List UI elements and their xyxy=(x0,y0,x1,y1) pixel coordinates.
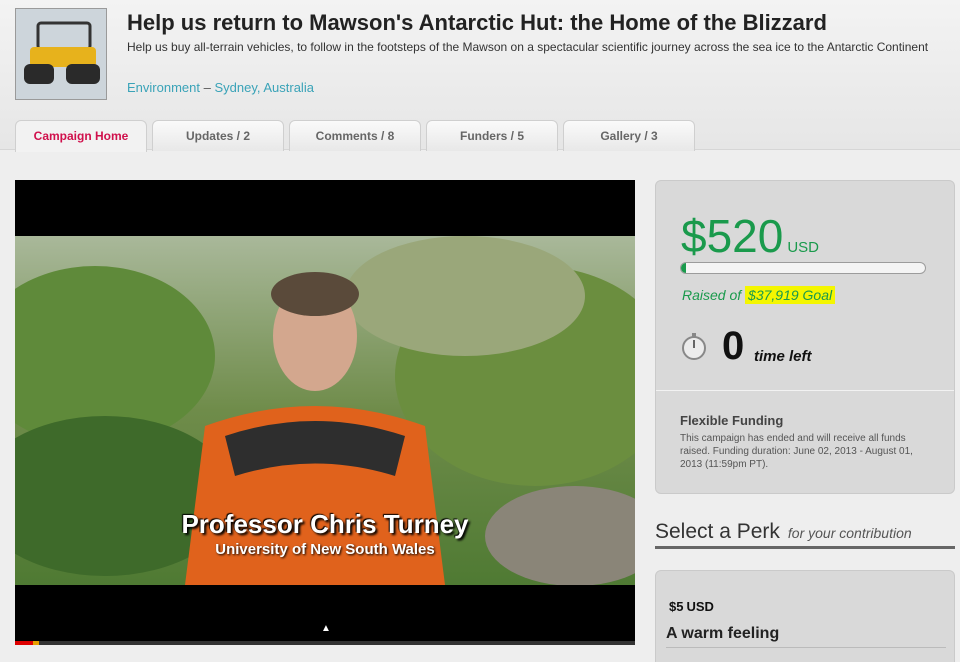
divider xyxy=(656,390,954,391)
time-left-label: time left xyxy=(754,348,812,365)
perk-divider xyxy=(666,647,946,648)
video-progress-bar[interactable] xyxy=(15,641,635,645)
raised-amount-value: $520 xyxy=(681,210,784,262)
campaign-thumbnail xyxy=(15,8,107,100)
funding-progress-fill xyxy=(681,263,686,273)
campaign-header: Help us return to Mawson's Antarctic Hut… xyxy=(0,0,960,152)
goal-amount: $37,919 Goal xyxy=(745,286,836,304)
perk-heading: Select a Perk xyxy=(655,520,780,543)
perk-amount-value: $5 xyxy=(669,599,684,614)
meta-separator: – xyxy=(199,80,215,95)
raised-currency: USD xyxy=(787,239,820,256)
perk-amount: $5 USD xyxy=(666,587,714,618)
campaign-meta: Environment – Sydney, Australia xyxy=(127,80,314,95)
time-left-value: 0 xyxy=(722,324,745,368)
tab-funders[interactable]: Funders / 5 xyxy=(426,120,558,151)
video-player[interactable]: Professor Chris Turney University of New… xyxy=(15,180,635,645)
raised-amount: $520 USD xyxy=(681,209,819,263)
perk-currency: USD xyxy=(686,599,714,614)
caret-up-icon[interactable]: ▲ xyxy=(321,623,331,634)
perk-header: Select a Perk for your contribution xyxy=(655,520,955,549)
video-progress-buffered xyxy=(33,641,39,645)
goal-text: Raised of $37,919 Goal xyxy=(682,286,836,304)
stopwatch-icon xyxy=(682,333,706,360)
video-progress-played xyxy=(15,641,33,645)
tab-comments[interactable]: Comments / 8 xyxy=(289,120,421,151)
funding-type-title: Flexible Funding xyxy=(680,413,784,428)
funding-progress-bar xyxy=(680,262,926,274)
tab-gallery[interactable]: Gallery / 3 xyxy=(563,120,695,151)
perk-name: A warm feeling xyxy=(666,625,780,642)
tab-campaign-home[interactable]: Campaign Home xyxy=(15,120,147,152)
location-link[interactable]: Sydney, Australia xyxy=(214,80,313,95)
funding-type-description: This campaign has ended and will receive… xyxy=(680,433,913,470)
perk-subheading: for your contribution xyxy=(787,525,912,541)
campaign-subtitle: Help us buy all-terrain vehicles, to fol… xyxy=(127,40,929,54)
campaign-title: Help us return to Mawson's Antarctic Hut… xyxy=(127,10,827,35)
funding-box: $520 USD Raised of $37,919 Goal 0 time le… xyxy=(655,180,955,494)
perk-card[interactable]: $5 USD A warm feeling xyxy=(655,570,955,662)
category-link[interactable]: Environment xyxy=(127,80,200,95)
video-caption-affiliation: University of New South Wales xyxy=(215,541,435,558)
video-caption-name: Professor Chris Turney xyxy=(181,509,469,539)
tab-updates[interactable]: Updates / 2 xyxy=(152,120,284,151)
goal-prefix: Raised of xyxy=(682,287,746,303)
